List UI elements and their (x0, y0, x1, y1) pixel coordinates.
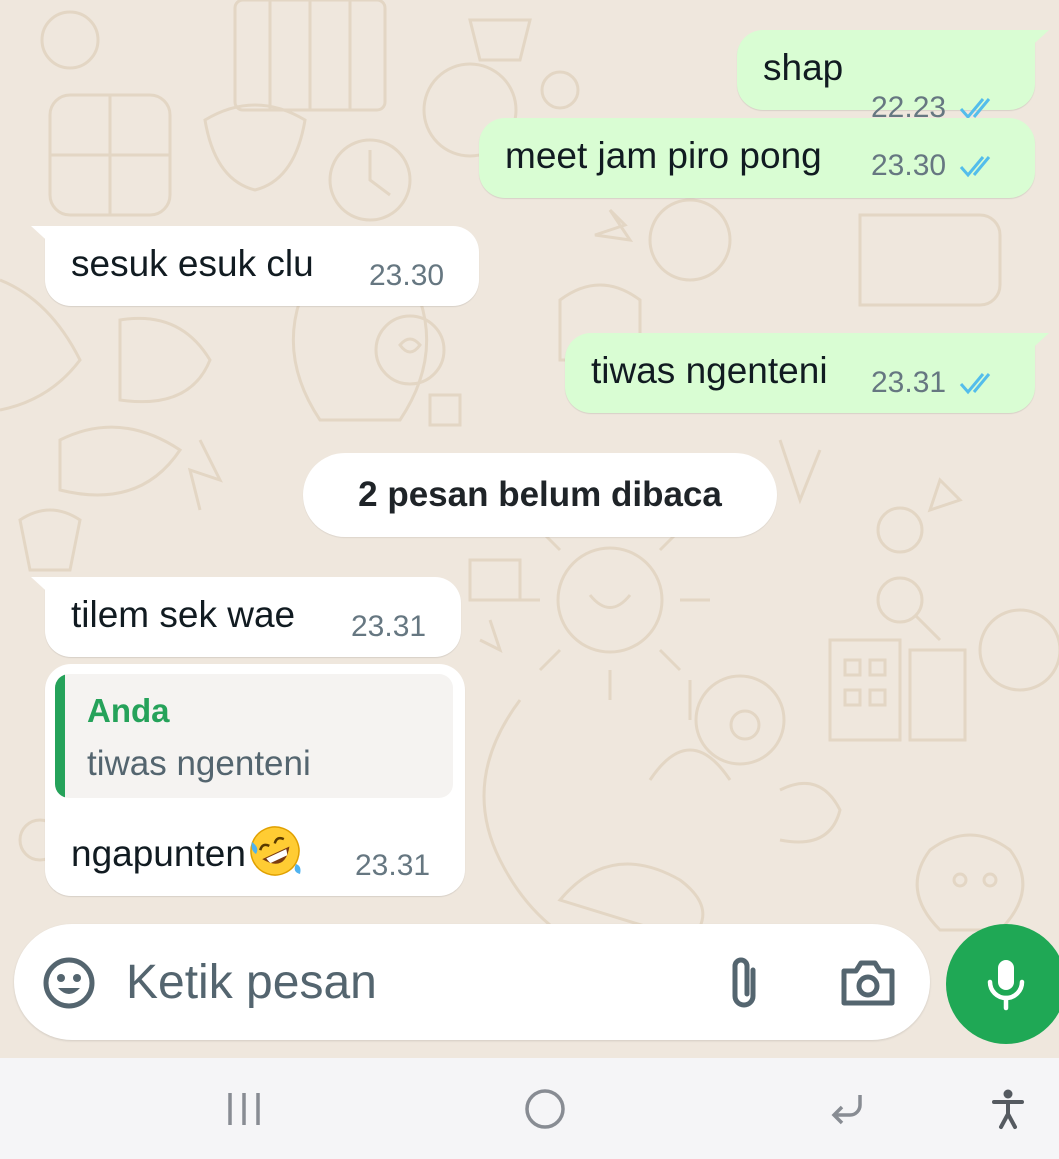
home-icon (525, 1088, 565, 1129)
recent-apps-button[interactable] (184, 1058, 304, 1159)
rolling-on-floor-laughing-icon (250, 826, 301, 876)
message-text: ngapunten (71, 833, 246, 874)
read-ticks-icon (959, 156, 991, 178)
quote-author: Anda (87, 692, 170, 729)
read-ticks-icon (959, 373, 991, 395)
microphone-icon (987, 960, 1025, 1011)
system-navigation-bar (0, 1058, 1059, 1159)
quoted-message[interactable]: Anda tiwas ngenteni (55, 674, 453, 798)
incoming-reply-message[interactable]: Anda tiwas ngenteni ngapunten 23.31 (45, 664, 465, 896)
message-text: sesuk esuk clu (71, 243, 314, 284)
bubble-tail (1025, 30, 1049, 52)
message-meta: 23.31 (355, 848, 430, 884)
camera-icon (841, 960, 895, 1006)
message-time: 23.31 (355, 849, 431, 882)
message-text: shap (763, 47, 844, 88)
back-icon (831, 1094, 862, 1124)
attach-button[interactable] (714, 952, 776, 1014)
back-button[interactable] (786, 1058, 906, 1159)
message-text: meet jam piro pong (505, 135, 822, 176)
message-input[interactable] (126, 948, 686, 1016)
message-time: 23.30 (369, 259, 445, 292)
emoji-button[interactable] (40, 954, 98, 1012)
smiley-icon (43, 957, 95, 1009)
quote-bar (55, 674, 65, 798)
incoming-message[interactable]: tilem sek wae 23.31 (31, 577, 461, 657)
bubble-tail (31, 577, 55, 599)
paperclip-icon (732, 957, 756, 1008)
incoming-message[interactable]: sesuk esuk clu 23.30 (31, 226, 479, 306)
message-meta: 23.30 (871, 148, 1000, 184)
chat-background: shap 22.23 meet jam piro pong 23.30 sesu… (0, 0, 1059, 1058)
home-button[interactable] (485, 1058, 605, 1159)
message-time: 23.31 (871, 366, 947, 399)
unread-messages-divider: 2 pesan belum dibaca (303, 453, 777, 537)
outgoing-message[interactable]: shap 22.23 (737, 30, 1049, 124)
accessibility-button[interactable] (958, 1058, 1058, 1159)
quote-text: tiwas ngenteni (87, 744, 311, 783)
message-meta: 23.31 (351, 609, 426, 645)
message-text: tilem sek wae (71, 594, 296, 635)
outgoing-message[interactable]: tiwas ngenteni 23.31 (565, 333, 1049, 413)
voice-message-button[interactable] (946, 924, 1059, 1044)
message-time: 23.31 (351, 610, 427, 643)
camera-button[interactable] (832, 952, 904, 1014)
message-text: tiwas ngenteni (591, 350, 828, 391)
accessibility-icon (992, 1089, 1024, 1129)
message-time: 23.30 (871, 149, 947, 182)
message-meta: 23.30 (369, 258, 444, 294)
bubble-tail (31, 226, 55, 248)
message-composer (14, 924, 930, 1040)
bubble-tail (1025, 333, 1049, 355)
recent-apps-icon (228, 1092, 260, 1125)
message-content: ngapunten (71, 824, 302, 878)
message-meta: 23.31 (871, 365, 1000, 401)
outgoing-message[interactable]: meet jam piro pong 23.30 (479, 118, 1035, 198)
